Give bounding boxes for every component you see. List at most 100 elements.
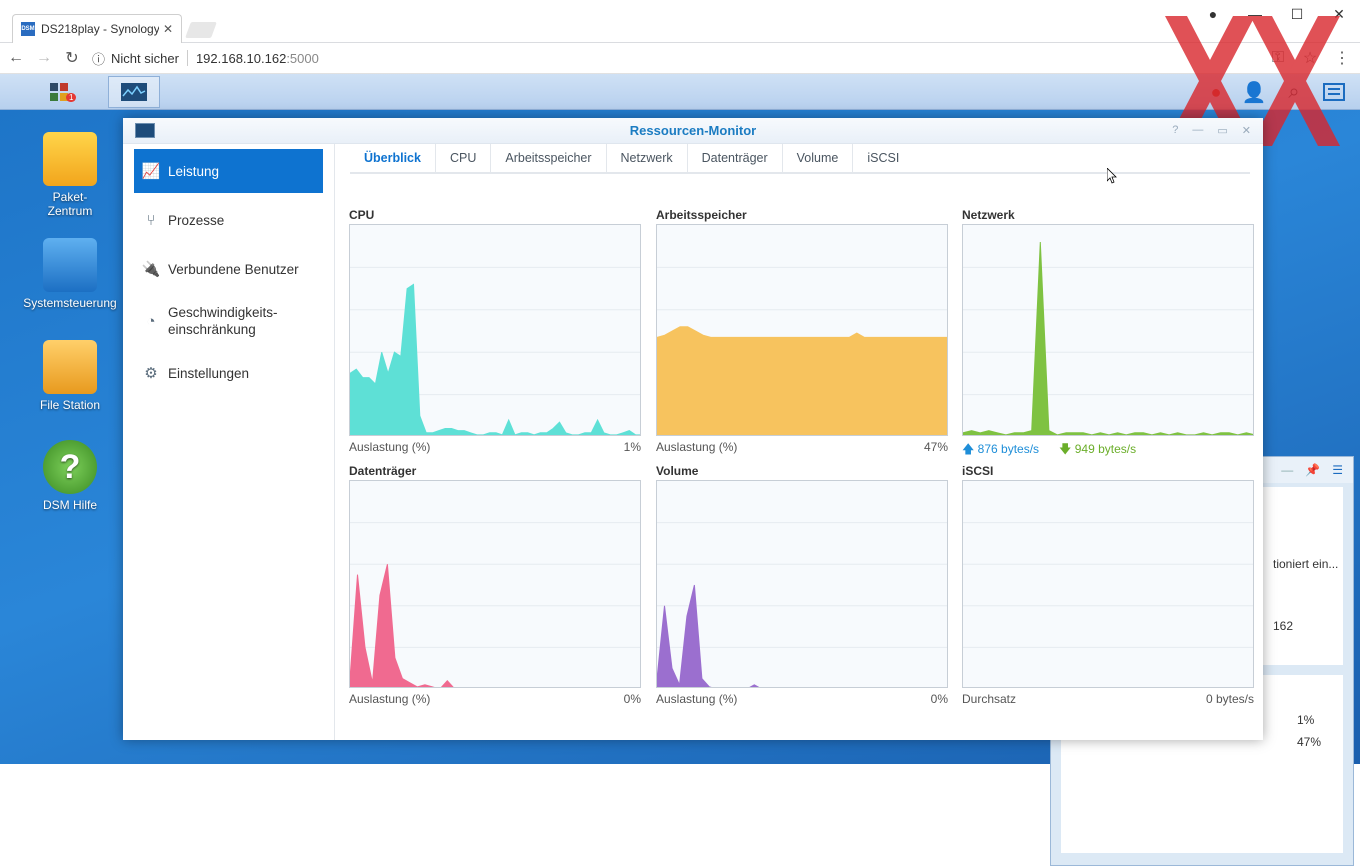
minimize-icon[interactable]: — xyxy=(1192,124,1203,137)
shortcut-label: DSM Hilfe xyxy=(42,498,97,512)
back-icon[interactable]: ← xyxy=(4,46,28,70)
download-rate: 🡇 949 bytes/s xyxy=(1059,442,1137,456)
tab-disk[interactable]: Datenträger xyxy=(688,144,783,172)
url-port: :5000 xyxy=(286,50,319,66)
control-panel-icon xyxy=(43,238,97,292)
tab-volume[interactable]: Volume xyxy=(783,144,854,172)
iscsi-chart-plot xyxy=(962,480,1254,688)
chart-foot-label: Durchsatz xyxy=(962,692,1017,706)
resource-monitor-window: Ressourcen-Monitor ? — ▭ ✕ 📈 Leistung ⑂ … xyxy=(123,118,1263,740)
security-warning: Nicht sicher xyxy=(111,50,179,66)
sidebar-item-speed-limit[interactable]: ◔ Geschwindigkeits-einschränkung xyxy=(134,296,323,346)
browser-toolbar: ← → ↻ ⓘ Nicht sicher 192.168.10.162:5000… xyxy=(0,43,1360,74)
processes-icon: ⑂ xyxy=(146,211,156,229)
sidebar-item-label: Prozesse xyxy=(168,212,225,228)
volume-chart-plot xyxy=(656,480,948,688)
reload-icon[interactable]: ↻ xyxy=(60,46,84,70)
disk-chart: Datenträger Auslastung (%) 0% xyxy=(349,464,641,706)
sidebar-item-label: Geschwindigkeits- xyxy=(168,305,278,320)
forward-icon[interactable]: → xyxy=(32,46,56,70)
chart-area-series xyxy=(350,564,454,687)
chart-foot-label: Auslastung (%) xyxy=(656,692,738,706)
maximize-icon[interactable]: ▭ xyxy=(1217,124,1227,137)
main-panel: Überblick CPU Arbeitsspeicher Netzwerk D… xyxy=(336,144,1263,740)
widget-text: tioniert ein... xyxy=(1273,557,1339,571)
sidebar: 📈 Leistung ⑂ Prozesse 🔌 Verbundene Benut… xyxy=(123,144,335,740)
sidebar-item-label: Einstellungen xyxy=(168,365,250,381)
chart-foot-value: 47% xyxy=(923,440,948,454)
tab-network[interactable]: Netzwerk xyxy=(607,144,688,172)
resource-monitor-icon xyxy=(121,83,147,101)
chart-title: Arbeitsspeicher xyxy=(656,208,747,222)
divider xyxy=(186,50,188,66)
browser-tab[interactable]: DSM DS218play - Synology D ✕ xyxy=(12,14,182,43)
new-tab-button[interactable] xyxy=(185,22,217,38)
chart-title: CPU xyxy=(349,208,375,222)
chart-foot-value: 0 bytes/s xyxy=(1205,692,1254,706)
chart-foot-label: Auslastung (%) xyxy=(349,440,431,454)
chart-title: Datenträger xyxy=(349,464,417,478)
chart-title: Netzwerk xyxy=(962,208,1015,222)
tab-iscsi[interactable]: iSCSI xyxy=(853,144,913,172)
sidebar-item-label: einschränkung xyxy=(168,322,256,337)
chart-title: iSCSI xyxy=(962,464,994,478)
widgets-icon[interactable]: ☰ xyxy=(1332,463,1343,477)
chart-foot-label: Auslastung (%) xyxy=(349,692,431,706)
upload-rate: 🡅 876 bytes/s xyxy=(962,442,1040,456)
sidebar-item-performance[interactable]: 📈 Leistung xyxy=(134,149,323,193)
info-icon[interactable]: ⓘ xyxy=(92,49,105,68)
iscsi-chart: iSCSI Durchsatz 0 bytes/s xyxy=(962,464,1254,706)
cpu-chart-plot xyxy=(349,224,641,436)
plug-icon: 🔌 xyxy=(141,261,161,278)
shortcut-label: File Station xyxy=(39,398,101,412)
network-chart: Netzwerk 🡅 876 bytes/s 🡇 949 bytes/s xyxy=(962,208,1254,461)
dsm-taskbar: 1 ● 👤 ⌕ xyxy=(0,74,1360,110)
file-station-shortcut[interactable]: File Station xyxy=(20,340,120,412)
help-icon: ? xyxy=(43,440,97,494)
pin-icon[interactable]: 📌 xyxy=(1305,463,1320,477)
sidebar-item-processes[interactable]: ⑂ Prozesse xyxy=(134,198,323,242)
close-icon[interactable]: ✕ xyxy=(1242,124,1251,137)
window-title: Ressourcen-Monitor xyxy=(629,123,757,138)
tab-overview[interactable]: Überblick xyxy=(350,144,436,172)
disk-chart-plot xyxy=(349,480,641,688)
dsm-favicon-icon: DSM xyxy=(21,22,35,36)
memory-chart: Arbeitsspeicher Auslastung (%) 47% xyxy=(656,208,948,454)
tab-cpu[interactable]: CPU xyxy=(436,144,492,172)
resource-monitor-icon xyxy=(135,123,155,138)
url-host: 192.168.10.162 xyxy=(195,50,287,66)
shortcut-label: Zentrum xyxy=(47,204,93,218)
chart-area-series xyxy=(350,283,640,435)
help-icon[interactable]: ? xyxy=(1172,124,1178,137)
tab-memory[interactable]: Arbeitsspeicher xyxy=(491,144,607,172)
minimize-icon[interactable]: — xyxy=(1281,463,1293,477)
browser-tab-strip: DSM DS218play - Synology D ✕ ● — ☐ ✕ xyxy=(0,0,1360,43)
chart-area-series xyxy=(963,241,1253,435)
widget-cpu-value: 1% xyxy=(1297,713,1315,727)
volume-chart: Volume Auslastung (%) 0% xyxy=(656,464,948,706)
dsm-help-shortcut[interactable]: ? DSM Hilfe xyxy=(20,440,120,512)
chart-area-series xyxy=(657,584,760,687)
sidebar-item-label: Leistung xyxy=(168,163,220,179)
chart-icon: 📈 xyxy=(141,163,161,180)
sidebar-item-connected-users[interactable]: 🔌 Verbundene Benutzer xyxy=(134,247,323,291)
close-tab-icon[interactable]: ✕ xyxy=(163,22,173,36)
address-bar[interactable]: ⓘ Nicht sicher 192.168.10.162:5000 xyxy=(92,46,1262,70)
shopping-bag-icon xyxy=(43,132,97,186)
gear-icon: ⚙ xyxy=(144,365,158,382)
shortcut-label: Systemsteuerung xyxy=(23,296,117,310)
browser-tab-title: DS218play - Synology D xyxy=(41,22,159,36)
cpu-chart: CPU Auslastung (%) 1% xyxy=(349,208,641,454)
widget-memory-value: 47% xyxy=(1297,735,1322,749)
upload-rate-value: 876 bytes/s xyxy=(977,442,1040,456)
chart-foot-value: 0% xyxy=(623,692,641,706)
main-menu-button[interactable]: 1 xyxy=(36,76,88,108)
package-center-shortcut[interactable]: Paket- Zentrum xyxy=(20,132,120,218)
control-panel-shortcut[interactable]: Systemsteuerung xyxy=(20,238,120,310)
resource-monitor-taskbar-button[interactable] xyxy=(108,76,160,108)
chart-foot-label: Auslastung (%) xyxy=(656,440,738,454)
sidebar-item-label: Verbundene Benutzer xyxy=(168,261,299,277)
window-header[interactable]: Ressourcen-Monitor ? — ▭ ✕ xyxy=(123,118,1263,144)
sidebar-item-settings[interactable]: ⚙ Einstellungen xyxy=(134,351,323,395)
widget-text: 162 xyxy=(1273,619,1294,633)
